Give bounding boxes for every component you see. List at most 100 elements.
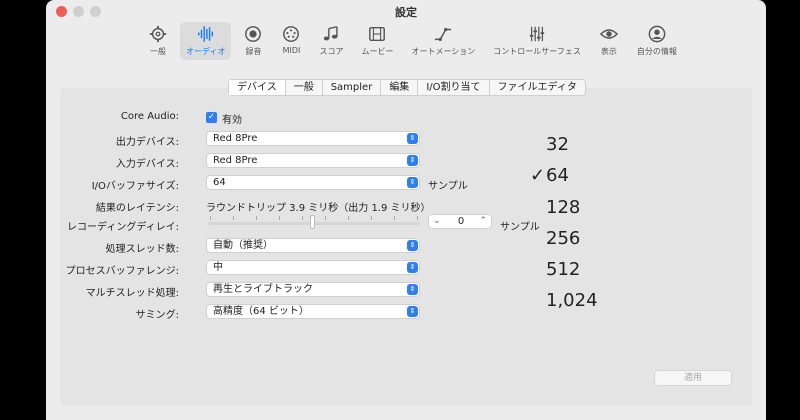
slider-tick (325, 216, 326, 220)
film-icon (367, 24, 387, 44)
slider-tick (302, 216, 303, 220)
section-tabs: デバイス 一般 Sampler 編集 I/O割り当て ファイルエディタ (228, 79, 586, 96)
slider-tick (233, 216, 234, 220)
apply-button[interactable]: 適用 (654, 370, 732, 386)
toolbar-label: コントロールサーフェス (493, 47, 581, 56)
chevron-updown-icon: ⇕ (407, 133, 418, 144)
input-device-label: 入力デバイス: (115, 159, 179, 170)
core-audio-checkbox[interactable]: ✓ (206, 112, 217, 123)
processing-threads-value: 自動（推奨） (213, 240, 273, 251)
tab-editing[interactable]: 編集 (381, 80, 419, 95)
toolbar-item-control-surfaces[interactable]: コントロールサーフェス (487, 22, 587, 60)
toolbar-label: オートメーション (411, 47, 476, 56)
process-buffer-label: プロセスバッファレンジ: (65, 266, 179, 277)
settings-window: 設定 一般 オーディオ 録音 MIDI スコア ムービー オートメーション コン… (46, 0, 766, 420)
chevron-updown-icon: ⇕ (407, 240, 418, 251)
window-title: 設定 (395, 6, 417, 19)
input-device-value: Red 8Pre (213, 155, 258, 166)
chevron-updown-icon: ⇕ (407, 262, 418, 273)
output-device-value: Red 8Pre (213, 133, 258, 144)
slider-tick (210, 216, 211, 220)
multithreading-value: 再生とライブトラック (213, 284, 313, 295)
person-icon (647, 24, 667, 44)
processing-threads-select[interactable]: 自動（推奨） ⇕ (206, 238, 420, 253)
chevron-updown-icon: ⇕ (407, 177, 418, 188)
eye-icon (599, 24, 619, 44)
buffer-size-label: I/Oバッファサイズ: (91, 181, 179, 192)
toolbar-label: 録音 (245, 47, 262, 56)
slider-tick (371, 216, 372, 220)
slider-tick (417, 216, 418, 220)
chevron-up-icon[interactable]: ⌃ (479, 215, 487, 228)
buffer-size-menu: 32 ✓ 64 128 256 512 1,024 (530, 128, 616, 316)
chevron-down-icon[interactable]: ⌄ (433, 215, 441, 228)
latency-label: 結果のレイテンシ: (95, 203, 179, 214)
sliders-icon (527, 24, 547, 44)
chevron-updown-icon: ⇕ (407, 306, 418, 317)
slider-tick (394, 216, 395, 220)
recording-delay-value: 0 (457, 216, 465, 227)
gear-icon (148, 24, 168, 44)
toolbar-item-general[interactable]: 一般 (142, 22, 174, 60)
summing-value: 高精度（64 ビット） (213, 306, 309, 317)
buffer-option-512[interactable]: 512 (546, 259, 580, 280)
toolbar-item-automation[interactable]: オートメーション (405, 22, 481, 60)
summing-label: サミング: (135, 310, 179, 321)
core-audio-label: Core Audio: (120, 111, 179, 122)
process-buffer-value: 中 (213, 262, 223, 273)
toolbar-label: スコア (319, 47, 344, 56)
toolbar-item-midi[interactable]: MIDI (275, 22, 307, 60)
multithreading-select[interactable]: 再生とライブトラック ⇕ (206, 282, 420, 297)
tab-devices[interactable]: デバイス (229, 80, 286, 95)
toolbar-item-recording[interactable]: 録音 (237, 22, 269, 60)
latency-value: ラウンドトリップ 3.9 ミリ秒（出力 1.9 ミリ秒） (206, 203, 431, 214)
input-device-select[interactable]: Red 8Pre ⇕ (206, 153, 420, 168)
recording-delay-stepper[interactable]: ⌄ 0 ⌃ (428, 214, 492, 229)
toolbar-item-audio[interactable]: オーディオ (180, 22, 232, 60)
buffer-option-1024[interactable]: 1,024 (546, 290, 598, 311)
devices-panel: Core Audio: ✓ 有効 出力デバイス: Red 8Pre ⇕ 入力デバ… (60, 88, 752, 406)
buffer-option-32[interactable]: 32 (546, 134, 569, 155)
multithreading-label: マルチスレッド処理: (85, 288, 179, 299)
toolbar-label: 表示 (600, 47, 617, 56)
slider-tick (279, 216, 280, 220)
toolbar-label: MIDI (282, 46, 301, 55)
tab-io-assignments[interactable]: I/O割り当て (418, 80, 490, 95)
toolbar-item-movie[interactable]: ムービー (355, 22, 399, 60)
buffer-size-value: 64 (213, 177, 226, 188)
record-icon (243, 24, 263, 44)
preferences-toolbar: 一般 オーディオ 録音 MIDI スコア ムービー オートメーション コントロー… (142, 22, 683, 62)
buffer-option-128[interactable]: 128 (546, 197, 580, 218)
buffer-size-select[interactable]: 64 ⇕ (206, 175, 420, 190)
core-audio-enabled-label: 有効 (222, 115, 242, 126)
toolbar-label: 一般 (150, 47, 166, 56)
toolbar-item-view[interactable]: 表示 (593, 22, 625, 60)
buffer-option-256[interactable]: 256 (546, 228, 580, 249)
processing-threads-label: 処理スレッド数: (105, 244, 179, 255)
slider-tick (348, 216, 349, 220)
title-bar: 設定 (46, 0, 766, 22)
tab-general[interactable]: 一般 (286, 80, 323, 95)
recording-delay-label: レコーディングディレイ: (67, 222, 179, 233)
toolbar-label: 自分の情報 (636, 47, 677, 56)
tab-file-editor[interactable]: ファイルエディタ (490, 80, 585, 95)
automation-icon (433, 24, 453, 44)
tab-sampler[interactable]: Sampler (323, 80, 382, 95)
chevron-updown-icon: ⇕ (407, 284, 418, 295)
toolbar-item-my-info[interactable]: 自分の情報 (631, 22, 683, 60)
recording-delay-slider-knob[interactable] (310, 215, 315, 229)
checkmark-icon: ✓ (530, 165, 546, 186)
output-device-label: 出力デバイス: (115, 137, 179, 148)
chevron-updown-icon: ⇕ (407, 155, 418, 166)
waveform-icon (196, 24, 216, 44)
toolbar-label: オーディオ (186, 47, 226, 56)
output-device-select[interactable]: Red 8Pre ⇕ (206, 131, 420, 146)
process-buffer-select[interactable]: 中 ⇕ (206, 260, 420, 275)
summing-select[interactable]: 高精度（64 ビット） ⇕ (206, 304, 420, 319)
buffer-option-64[interactable]: 64 (546, 165, 569, 186)
midi-icon (281, 24, 301, 44)
toolbar-label: ムービー (361, 47, 394, 56)
toolbar-item-score[interactable]: スコア (313, 22, 349, 60)
slider-tick (256, 216, 257, 220)
music-note-icon (321, 24, 341, 44)
